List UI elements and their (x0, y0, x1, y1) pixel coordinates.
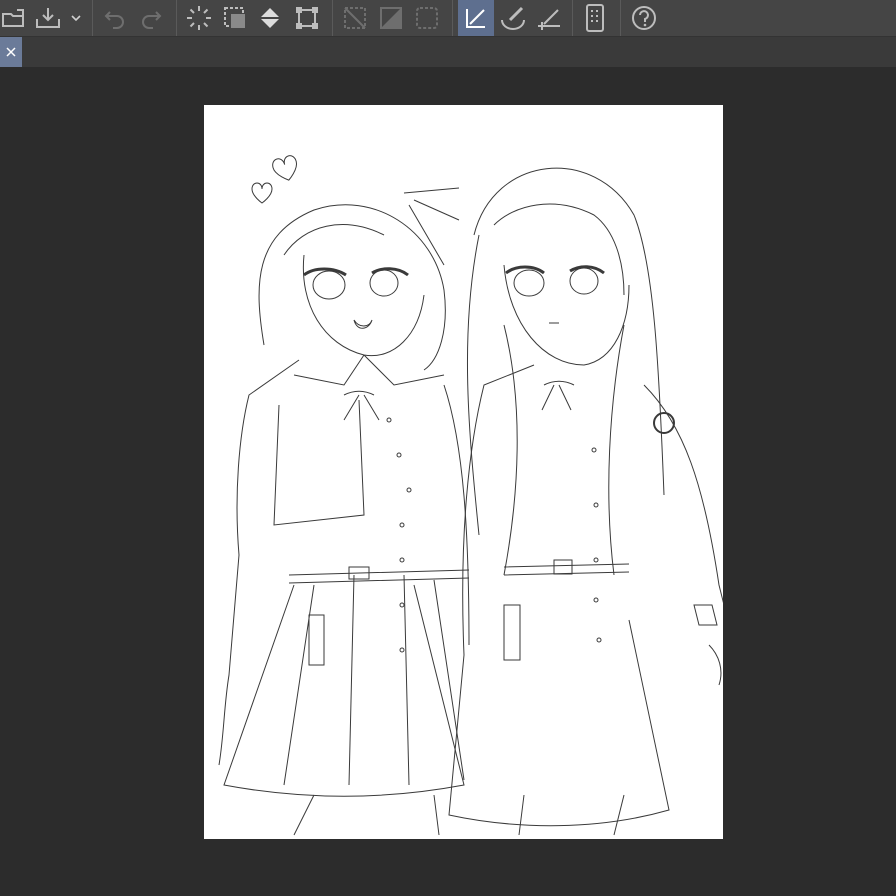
redo-icon (142, 11, 162, 29)
toolbar-divider (452, 0, 453, 36)
phone-icon (586, 4, 604, 32)
undo-icon (104, 11, 124, 29)
open-file-button[interactable] (0, 0, 30, 36)
redo-button[interactable] (134, 0, 168, 36)
toolbar-divider (620, 0, 621, 36)
close-tab-button[interactable] (0, 37, 22, 67)
ruler-perspective-button[interactable] (532, 0, 566, 36)
select-all-button[interactable] (218, 0, 252, 36)
folder-open-icon (2, 9, 24, 27)
undo-button[interactable] (98, 0, 132, 36)
save-dropdown-button[interactable] (66, 0, 86, 36)
selection-border-icon (416, 7, 438, 29)
canvas-tab-bar (0, 37, 896, 67)
toolbar-divider (332, 0, 333, 36)
main-toolbar (0, 0, 896, 37)
help-button[interactable] (626, 0, 662, 36)
ruler-icon (538, 9, 560, 30)
ruler-snap-button[interactable] (458, 0, 494, 36)
toolbar-divider (176, 0, 177, 36)
companion-mode-button[interactable] (578, 0, 612, 36)
clear-outside-icon (344, 7, 366, 29)
brush-snap-icon (501, 6, 525, 30)
selection-border-button[interactable] (410, 0, 444, 36)
snap-ruler-icon (466, 9, 485, 28)
marquee-icon (224, 7, 245, 28)
save-tray-icon (36, 8, 60, 28)
brush-snap-button[interactable] (496, 0, 530, 36)
drawing-canvas[interactable] (204, 105, 730, 839)
spinner-deselect-icon (187, 6, 211, 30)
transform-icon (296, 7, 318, 29)
help-icon (632, 6, 656, 30)
transform-button[interactable] (290, 0, 324, 36)
toolbar-divider (572, 0, 573, 36)
close-icon (6, 47, 16, 57)
paint-bucket-icon (260, 8, 280, 28)
fill-selection-icon (380, 7, 402, 29)
fill-button[interactable] (254, 0, 288, 36)
toolbar-divider (92, 0, 93, 36)
deselect-button[interactable] (182, 0, 216, 36)
save-button[interactable] (30, 0, 66, 36)
line-art-illustration (218, 155, 730, 836)
fill-selection-button[interactable] (374, 0, 408, 36)
clear-outside-button[interactable] (338, 0, 372, 36)
chevron-down-icon (71, 15, 81, 22)
